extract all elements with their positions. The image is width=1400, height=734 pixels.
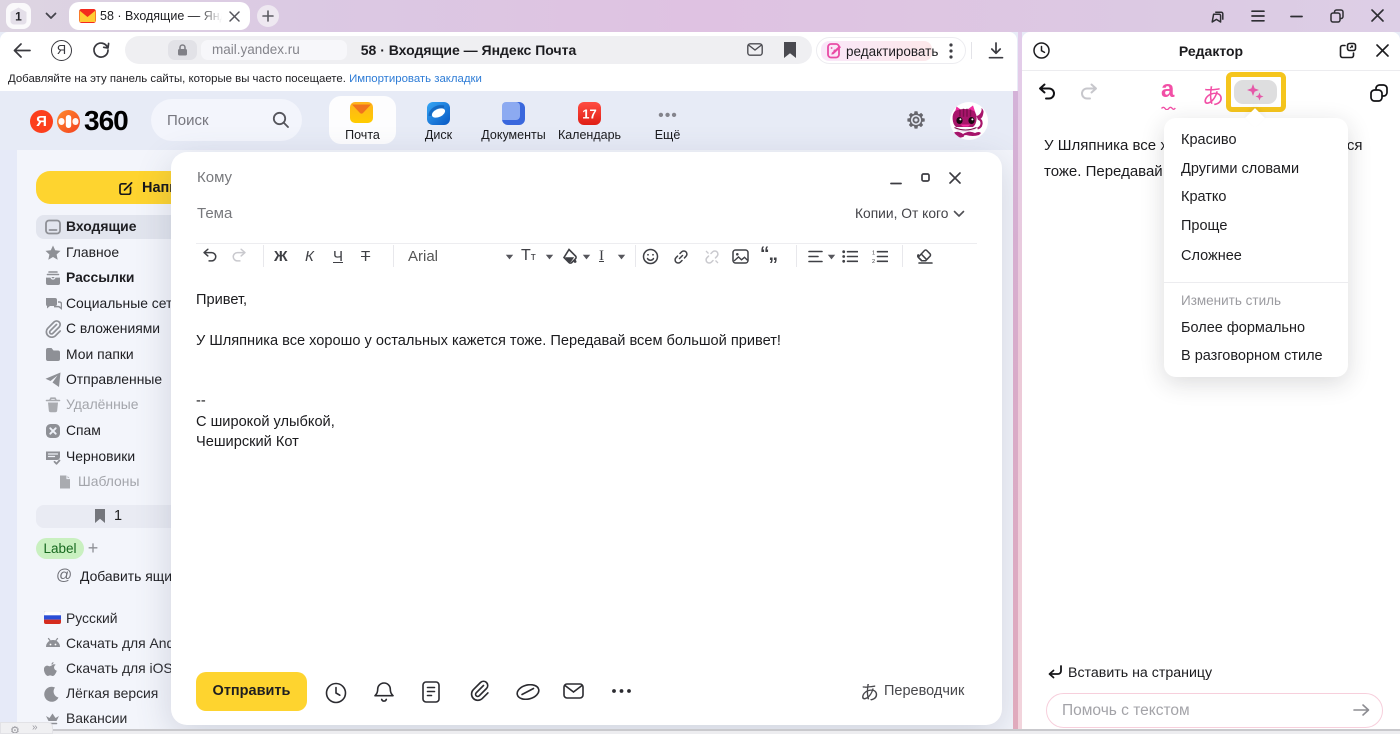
- svg-text:17: 17: [582, 107, 596, 122]
- svg-text:1: 1: [15, 10, 22, 24]
- svg-text:2: 2: [872, 259, 875, 263]
- svg-text:1: 1: [872, 251, 875, 257]
- svg-text:あ: あ: [860, 683, 879, 703]
